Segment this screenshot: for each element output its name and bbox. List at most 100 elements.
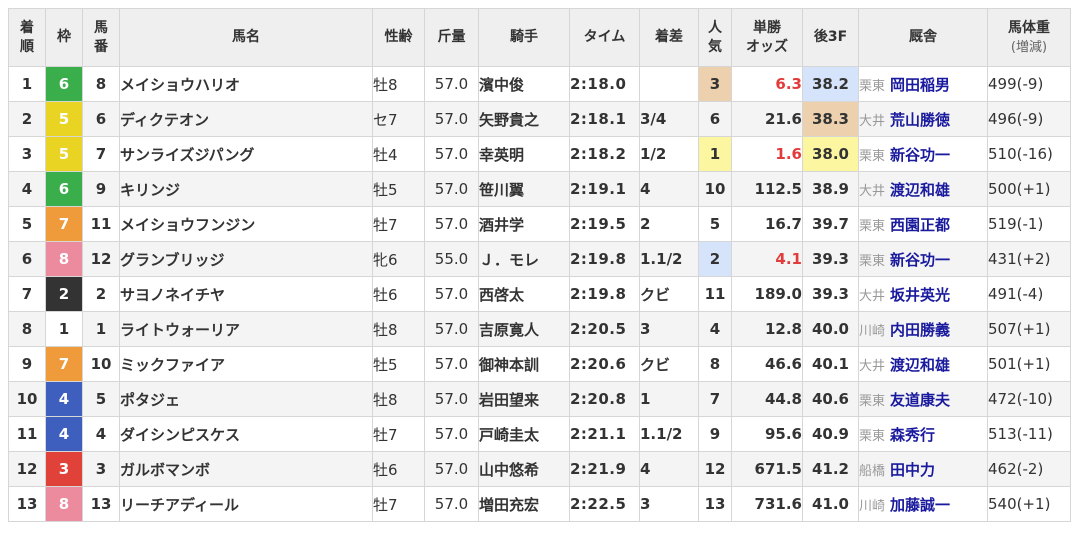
horse-name-link[interactable]: メイショウフンジン (119, 206, 373, 242)
time-cell: 2:21.1 (569, 416, 640, 452)
odds-cell: 112.5 (731, 171, 803, 207)
sex-age-cell: 牡5 (372, 346, 425, 382)
table-row: 9 7 10 ミックファイア 牡5 57.0 御神本訓 2:20.6 クビ 8 … (8, 346, 1071, 382)
horse-name-link[interactable]: リーチアディール (119, 486, 373, 522)
jockey-link[interactable]: 酒井学 (478, 206, 570, 242)
jockey-link[interactable]: 幸英明 (478, 136, 570, 172)
horse-name-link[interactable]: メイショウハリオ (119, 66, 373, 102)
jockey-link[interactable]: 岩田望来 (478, 381, 570, 417)
stable-cell: 大井 荒山勝徳 (858, 101, 988, 137)
header-odds-line2: オッズ (746, 38, 788, 55)
stable-cell: 栗東 新谷功一 (858, 136, 988, 172)
last3f-cell: 39.3 (802, 241, 859, 277)
waku-badge: 7 (45, 346, 83, 382)
weight-cell: 57.0 (424, 381, 479, 417)
sex-age-cell: 牡5 (372, 171, 425, 207)
jockey-link[interactable]: 濱中俊 (478, 66, 570, 102)
odds-cell: 95.6 (731, 416, 803, 452)
trainer-link[interactable]: 西園正都 (890, 216, 950, 234)
horse-name-link[interactable]: サヨノネイチヤ (119, 276, 373, 312)
body-weight-cell: 513(-11) (987, 416, 1071, 452)
trainer-link[interactable]: 新谷功一 (890, 251, 950, 269)
table-row: 8 1 1 ライトウォーリア 牡8 57.0 吉原寛人 2:20.5 3 4 1… (8, 311, 1071, 347)
body-weight-cell: 510(-16) (987, 136, 1071, 172)
horse-name-link[interactable]: ダイシンピスケス (119, 416, 373, 452)
jockey-link[interactable]: 西啓太 (478, 276, 570, 312)
jockey-link[interactable]: 吉原寛人 (478, 311, 570, 347)
race-results-table: 着順 枠 馬番 馬名 性齢 斤量 騎手 タイム 着差 人気 単勝 オッズ 後3F … (8, 8, 1071, 522)
popularity-cell: 5 (698, 206, 732, 242)
header-jockey: 騎手 (478, 8, 570, 67)
body-weight-cell: 507(+1) (987, 311, 1071, 347)
trainer-link[interactable]: 坂井英光 (890, 286, 950, 304)
umaban-cell: 7 (82, 136, 120, 172)
horse-name-link[interactable]: ガルボマンボ (119, 451, 373, 487)
horse-name-link[interactable]: グランブリッジ (119, 241, 373, 277)
waku-badge: 5 (45, 101, 83, 137)
body-weight-cell: 491(-4) (987, 276, 1071, 312)
jockey-link[interactable]: Ｊ．モレ (478, 241, 570, 277)
margin-cell: 1.1/2 (639, 241, 699, 277)
trainer-link[interactable]: 内田勝義 (890, 321, 950, 339)
umaban-cell: 11 (82, 206, 120, 242)
rank-cell: 8 (8, 311, 46, 347)
stable-location: 船橋 (859, 463, 886, 479)
trainer-link[interactable]: 渡辺和雄 (890, 356, 950, 374)
table-row: 13 8 13 リーチアディール 牡7 57.0 増田充宏 2:22.5 3 1… (8, 486, 1071, 522)
jockey-link[interactable]: 戸崎圭太 (478, 416, 570, 452)
umaban-cell: 12 (82, 241, 120, 277)
table-row: 7 2 2 サヨノネイチヤ 牡6 57.0 西啓太 2:19.8 クビ 11 1… (8, 276, 1071, 312)
horse-name-link[interactable]: ミックファイア (119, 346, 373, 382)
trainer-link[interactable]: 田中力 (890, 461, 935, 479)
jockey-link[interactable]: 笹川翼 (478, 171, 570, 207)
margin-cell: 4 (639, 171, 699, 207)
last3f-cell: 40.1 (802, 346, 859, 382)
header-sex-age: 性齢 (372, 8, 425, 67)
trainer-link[interactable]: 岡田稲男 (890, 76, 950, 94)
stable-cell: 船橋 田中力 (858, 451, 988, 487)
horse-name-link[interactable]: ライトウォーリア (119, 311, 373, 347)
jockey-link[interactable]: 矢野貴之 (478, 101, 570, 137)
waku-badge: 7 (45, 206, 83, 242)
umaban-cell: 1 (82, 311, 120, 347)
horse-name-link[interactable]: キリンジ (119, 171, 373, 207)
trainer-link[interactable]: 新谷功一 (890, 146, 950, 164)
margin-cell: 3 (639, 311, 699, 347)
weight-cell: 55.0 (424, 241, 479, 277)
trainer-link[interactable]: 渡辺和雄 (890, 181, 950, 199)
rank-cell: 4 (8, 171, 46, 207)
umaban-cell: 5 (82, 381, 120, 417)
stable-cell: 大井 渡辺和雄 (858, 171, 988, 207)
odds-cell: 46.6 (731, 346, 803, 382)
jockey-link[interactable]: 増田充宏 (478, 486, 570, 522)
waku-badge: 2 (45, 276, 83, 312)
margin-cell: 1.1/2 (639, 416, 699, 452)
time-cell: 2:18.1 (569, 101, 640, 137)
trainer-link[interactable]: 友道康夫 (890, 391, 950, 409)
horse-name-link[interactable]: ディクテオン (119, 101, 373, 137)
rank-cell: 13 (8, 486, 46, 522)
body-weight-cell: 431(+2) (987, 241, 1071, 277)
body-weight-cell: 462(-2) (987, 451, 1071, 487)
header-horse-name: 馬名 (119, 8, 373, 67)
horse-name-link[interactable]: サンライズジパング (119, 136, 373, 172)
trainer-link[interactable]: 森秀行 (890, 426, 935, 444)
stable-cell: 栗東 西園正都 (858, 206, 988, 242)
odds-cell: 671.5 (731, 451, 803, 487)
margin-cell: 1/2 (639, 136, 699, 172)
horse-name-link[interactable]: ポタジェ (119, 381, 373, 417)
table-row: 2 5 6 ディクテオン セ7 57.0 矢野貴之 2:18.1 3/4 6 2… (8, 101, 1071, 137)
rank-cell: 10 (8, 381, 46, 417)
trainer-link[interactable]: 荒山勝徳 (890, 111, 950, 129)
rank-cell: 6 (8, 241, 46, 277)
time-cell: 2:22.5 (569, 486, 640, 522)
last3f-cell: 39.7 (802, 206, 859, 242)
trainer-link[interactable]: 加藤誠一 (890, 496, 950, 514)
last3f-cell: 41.0 (802, 486, 859, 522)
jockey-link[interactable]: 御神本訓 (478, 346, 570, 382)
popularity-cell: 10 (698, 171, 732, 207)
rank-cell: 2 (8, 101, 46, 137)
last3f-cell: 38.0 (802, 136, 859, 172)
jockey-link[interactable]: 山中悠希 (478, 451, 570, 487)
waku-badge: 4 (45, 416, 83, 452)
